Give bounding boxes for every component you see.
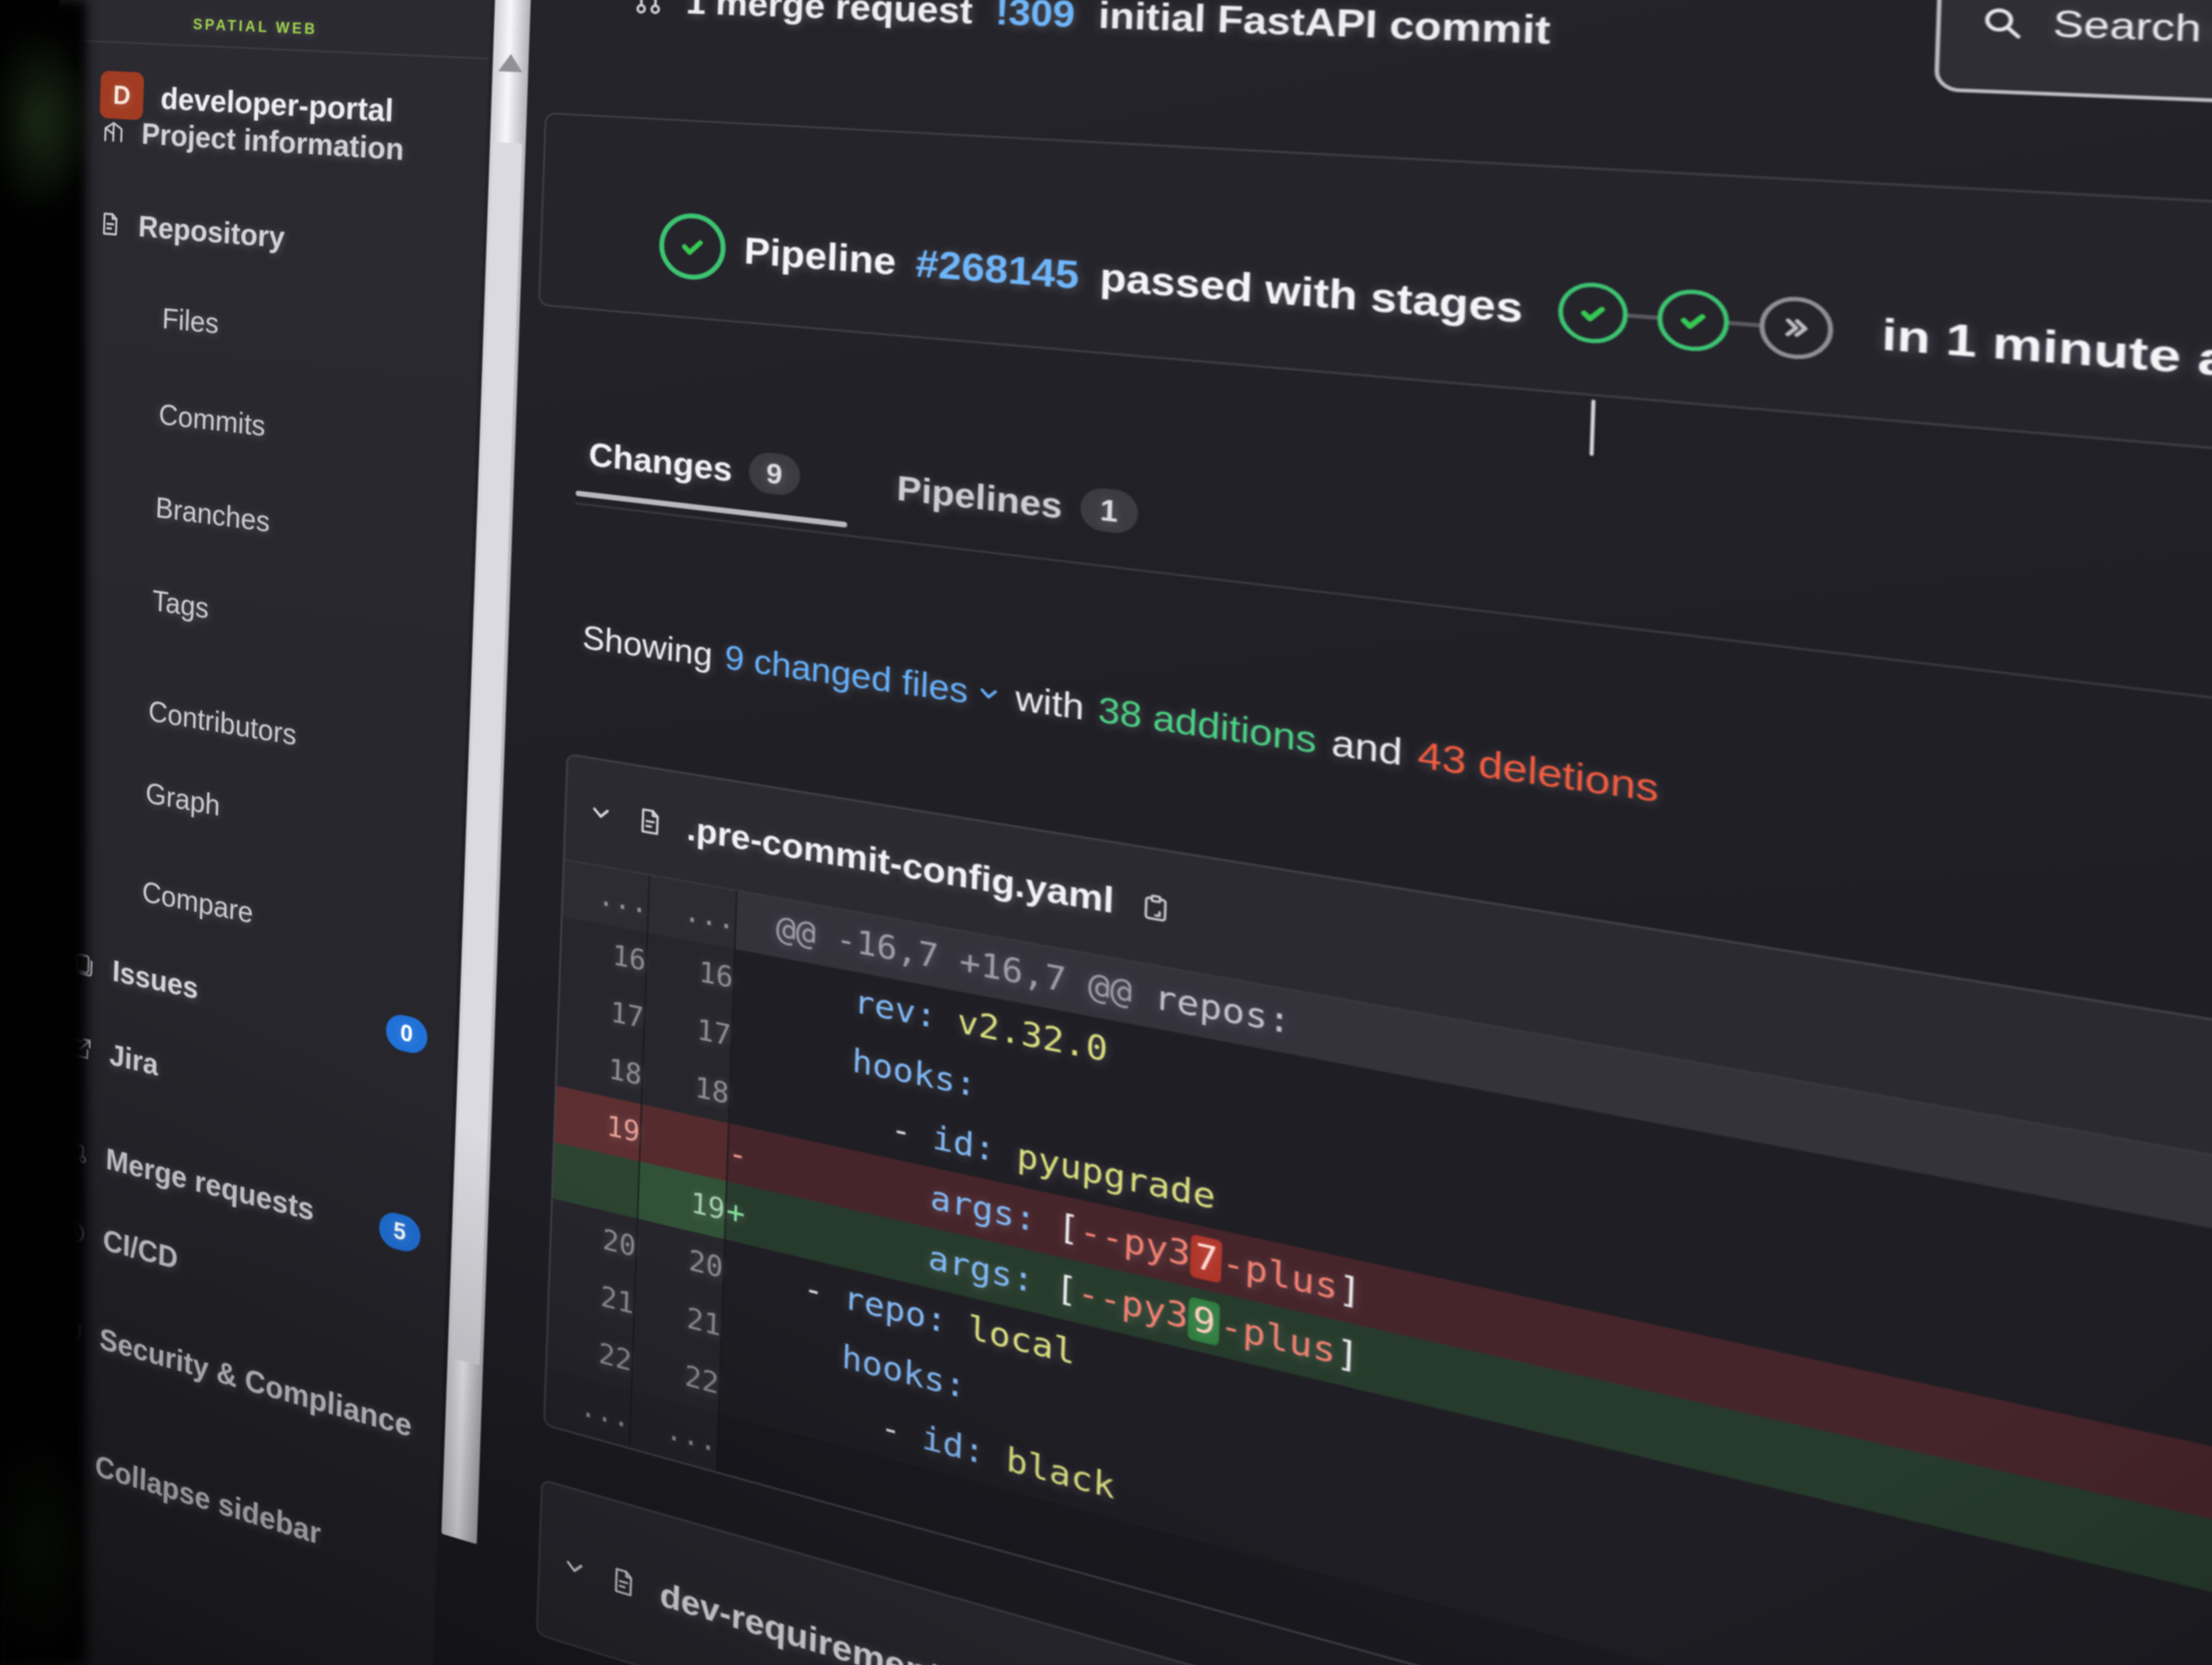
search-placeholder: Search o bbox=[2052, 2, 2212, 52]
pipelines-count-badge: 1 bbox=[1080, 486, 1138, 536]
screen-bezel bbox=[0, 0, 86, 1665]
project-information-icon bbox=[101, 118, 126, 146]
sidebar-divider bbox=[58, 39, 489, 59]
diff-sign bbox=[733, 949, 775, 1015]
sidebar-item-label: Branches bbox=[155, 491, 270, 539]
pipeline-label: Pipeline bbox=[744, 229, 897, 284]
diff-sign bbox=[717, 1413, 759, 1482]
stage-connector bbox=[1729, 321, 1759, 327]
repository-icon bbox=[98, 210, 123, 238]
sidebar-item-label: Issues bbox=[112, 953, 199, 1006]
sidebar-item-label: Contributors bbox=[148, 694, 297, 752]
stage-passed-icon[interactable] bbox=[1656, 287, 1730, 354]
stage-connector bbox=[1627, 313, 1657, 320]
file-icon bbox=[609, 1563, 639, 1601]
diff-sign bbox=[729, 1065, 771, 1132]
app-logo-title: SPATIAL WEB bbox=[193, 16, 318, 38]
sidebar-item-label: Tags bbox=[151, 584, 209, 626]
diff-sign bbox=[731, 1007, 773, 1074]
photo-stage: SPATIAL WEB D developer-portal Project i… bbox=[0, 0, 2212, 1665]
sidebar-item-label: Repository bbox=[138, 209, 285, 255]
chevron-down-icon bbox=[975, 679, 1002, 708]
diff-sign bbox=[721, 1298, 763, 1366]
diff-sign: + bbox=[725, 1181, 767, 1249]
pipeline-passed-icon[interactable] bbox=[658, 211, 727, 282]
diff-sign bbox=[722, 1239, 764, 1307]
copy-path-icon[interactable] bbox=[1139, 890, 1173, 926]
sidebar-item-label: Project information bbox=[141, 116, 405, 168]
stage-passed-icon[interactable] bbox=[1557, 280, 1628, 346]
gitlab-window: SPATIAL WEB D developer-portal Project i… bbox=[0, 0, 2212, 1665]
pipeline-number-link[interactable]: #268145 bbox=[915, 241, 1080, 298]
chevron-down-icon[interactable] bbox=[561, 1550, 588, 1585]
sidebar-item-repository[interactable]: Repository bbox=[97, 200, 466, 276]
count-badge: 5 bbox=[378, 1209, 421, 1255]
scroll-up-arrow-icon[interactable] bbox=[498, 54, 523, 73]
sidebar-item-label: Graph bbox=[145, 776, 221, 824]
sidebar-item-label: Commits bbox=[158, 398, 266, 443]
file-icon bbox=[635, 805, 665, 839]
merge-request-icon bbox=[631, 0, 666, 18]
count-badge: 0 bbox=[385, 1011, 428, 1056]
diff-sign bbox=[718, 1355, 760, 1424]
chevron-down-icon[interactable] bbox=[588, 798, 615, 829]
sidebar-item-label: Files bbox=[162, 302, 219, 341]
mr-reference-link[interactable]: !309 bbox=[995, 0, 1075, 36]
sidebar-item-label: Security & Compliance bbox=[99, 1321, 412, 1445]
sidebar-item-label: Jira bbox=[109, 1037, 159, 1083]
diff-sign: - bbox=[727, 1123, 769, 1190]
sidebar-item-project-information[interactable]: Project information bbox=[101, 108, 469, 179]
sidebar-item-label: CI/CD bbox=[103, 1222, 179, 1276]
sidebar-item-label: Compare bbox=[142, 875, 254, 931]
changes-count-badge: 9 bbox=[748, 450, 801, 497]
sidebar-item-label: Merge requests bbox=[105, 1141, 315, 1228]
pipeline-stages bbox=[1557, 280, 1834, 362]
search-icon bbox=[1978, 2, 2026, 42]
sidebar-item-collapse-sidebar[interactable]: Collapse sidebar bbox=[55, 1430, 421, 1589]
file-name-link[interactable]: dev-requirements bbox=[660, 1573, 963, 1665]
sidebar-item-label: Collapse sidebar bbox=[94, 1448, 321, 1552]
diff-sign bbox=[735, 891, 777, 957]
stage-skipped-icon[interactable] bbox=[1758, 294, 1834, 362]
